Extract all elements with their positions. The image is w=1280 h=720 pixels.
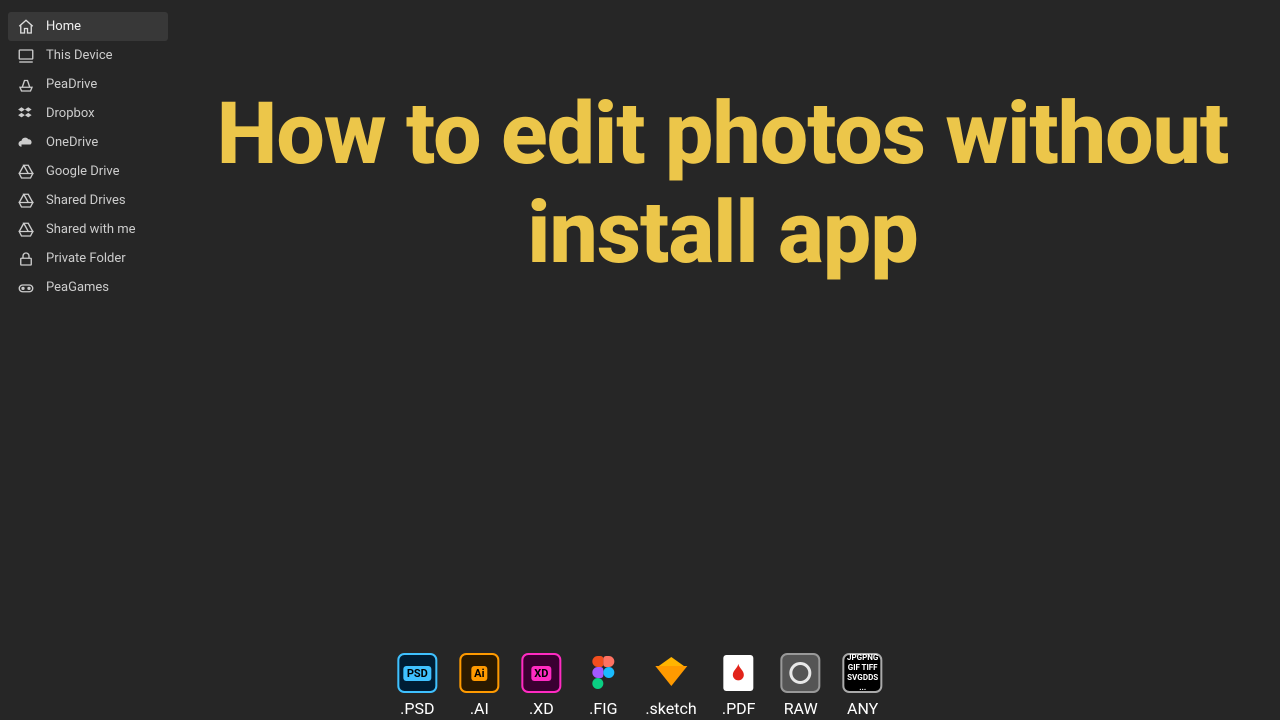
onedrive-icon xyxy=(16,133,36,153)
any-icon: JPGPNG GIFTIFF SVGDDS ... xyxy=(843,653,883,693)
sidebar-item-google-drive[interactable]: Google Drive xyxy=(8,157,168,186)
sidebar-item-label: Shared with me xyxy=(46,222,136,237)
sidebar-item-shared-drives[interactable]: Shared Drives xyxy=(8,186,168,215)
home-icon xyxy=(16,17,36,37)
shared-with-me-icon xyxy=(16,220,36,240)
format-label: .FIG xyxy=(589,699,617,718)
lock-icon xyxy=(16,249,36,269)
format-pdf[interactable]: .PDF xyxy=(719,653,759,718)
format-xd[interactable]: XD .XD xyxy=(521,653,561,718)
xd-icon: XD xyxy=(521,653,561,693)
sidebar: Home This Device PeaDrive Dropbox OneDri… xyxy=(8,12,168,302)
sidebar-item-label: Shared Drives xyxy=(46,193,126,208)
format-bar: PSD .PSD Ai .AI XD .XD .FIG .sketch xyxy=(397,653,882,718)
format-label: .PSD xyxy=(400,699,434,718)
format-label: .XD xyxy=(529,699,554,718)
format-sketch[interactable]: .sketch xyxy=(645,653,696,718)
sidebar-item-peagames[interactable]: PeaGames xyxy=(8,273,168,302)
figma-icon xyxy=(583,653,623,693)
sidebar-item-label: PeaGames xyxy=(46,280,109,295)
sketch-icon xyxy=(651,653,691,693)
format-ai[interactable]: Ai .AI xyxy=(459,653,499,718)
format-fig[interactable]: .FIG xyxy=(583,653,623,718)
peadrive-icon xyxy=(16,75,36,95)
sidebar-item-peadrive[interactable]: PeaDrive xyxy=(8,70,168,99)
psd-icon: PSD xyxy=(397,653,437,693)
sidebar-item-label: PeaDrive xyxy=(46,77,97,92)
shared-drives-icon xyxy=(16,191,36,211)
sidebar-item-label: Private Folder xyxy=(46,251,126,266)
sidebar-item-label: Google Drive xyxy=(46,164,119,179)
sidebar-item-onedrive[interactable]: OneDrive xyxy=(8,128,168,157)
google-drive-icon xyxy=(16,162,36,182)
sidebar-item-label: Dropbox xyxy=(46,106,95,121)
format-raw[interactable]: RAW xyxy=(781,653,821,718)
format-psd[interactable]: PSD .PSD xyxy=(397,653,437,718)
camera-icon xyxy=(781,653,821,693)
ai-icon: Ai xyxy=(459,653,499,693)
sidebar-item-home[interactable]: Home xyxy=(8,12,168,41)
format-label: .sketch xyxy=(645,699,696,718)
sidebar-item-dropbox[interactable]: Dropbox xyxy=(8,99,168,128)
monitor-icon xyxy=(16,46,36,66)
pdf-icon xyxy=(719,653,759,693)
sidebar-item-this-device[interactable]: This Device xyxy=(8,41,168,70)
sidebar-item-label: This Device xyxy=(46,48,113,63)
sidebar-item-label: OneDrive xyxy=(46,135,98,150)
sidebar-item-shared-with-me[interactable]: Shared with me xyxy=(8,215,168,244)
format-label: .AI xyxy=(470,699,489,718)
format-label: RAW xyxy=(784,699,818,718)
sidebar-item-label: Home xyxy=(46,19,81,34)
sidebar-item-private-folder[interactable]: Private Folder xyxy=(8,244,168,273)
format-label: ANY xyxy=(847,699,878,718)
headline-text: How to edit photos without install app xyxy=(185,85,1260,283)
format-label: .PDF xyxy=(722,699,756,718)
dropbox-icon xyxy=(16,104,36,124)
gamepad-icon xyxy=(16,278,36,298)
format-any[interactable]: JPGPNG GIFTIFF SVGDDS ... ANY xyxy=(843,653,883,718)
